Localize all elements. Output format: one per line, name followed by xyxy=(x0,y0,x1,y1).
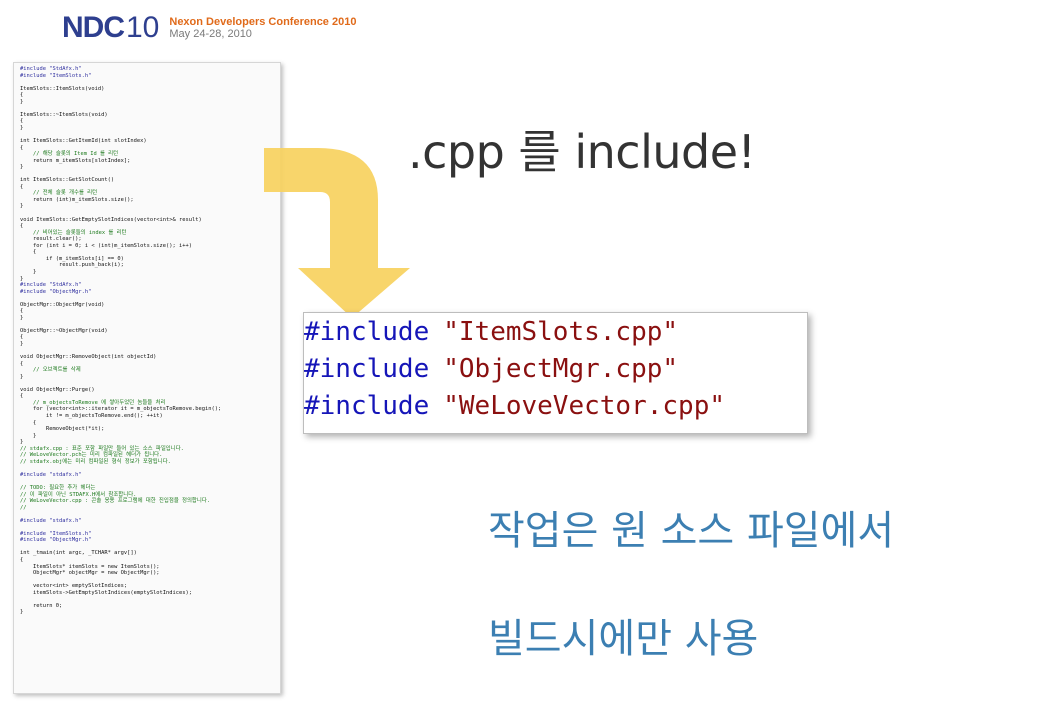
code-screenshot: #include "StdAfx.h" #include "ItemSlots.h… xyxy=(13,62,281,694)
include-code-box: #include "ItemSlots.cpp" #include "ObjectM… xyxy=(303,312,808,434)
include-directive: #include xyxy=(304,354,430,384)
include-file: "ObjectMgr.cpp" xyxy=(443,354,679,384)
ndc-logo: NDC 10 Nexon Developers Conference 2010 … xyxy=(62,11,356,44)
include-directive: #include xyxy=(304,391,430,421)
include-line-2: #include "ObjectMgr.cpp" xyxy=(304,354,678,385)
note-build-only: 빌드시에만 사용 xyxy=(488,616,759,662)
conference-dates: May 24-28, 2010 xyxy=(169,28,252,40)
conference-name: Nexon Developers Conference 2010 xyxy=(169,16,357,28)
code-line: } xyxy=(20,609,24,616)
include-line-1: #include "ItemSlots.cpp" xyxy=(304,317,678,348)
curved-down-arrow-icon xyxy=(264,148,410,318)
include-directive: #include xyxy=(304,317,430,347)
logo-mark: NDC xyxy=(62,11,125,44)
include-line-3: #include "WeLoveVector.cpp" xyxy=(304,391,725,422)
include-file: "WeLoveVector.cpp" xyxy=(443,391,725,421)
note-work-in-source: 작업은 원 소스 파일에서 xyxy=(488,508,895,554)
logo-subtitle: Nexon Developers Conference 2010 May 24-… xyxy=(169,16,356,40)
code-listing: #include "StdAfx.h" #include "ItemSlots.h… xyxy=(14,63,280,619)
include-file: "ItemSlots.cpp" xyxy=(443,317,679,347)
logo-number: 10 xyxy=(126,11,160,44)
slide-title: .cpp 를 include! xyxy=(408,125,756,179)
